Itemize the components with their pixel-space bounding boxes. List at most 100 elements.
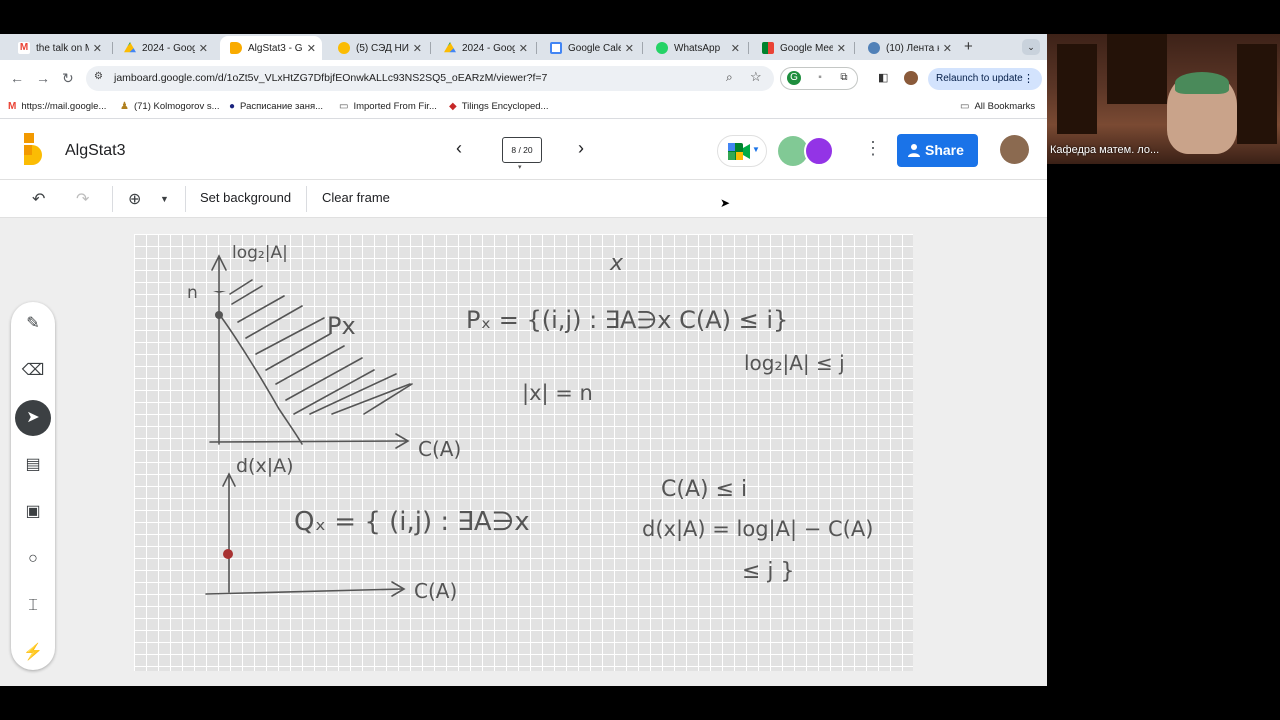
close-icon[interactable]: ✕	[93, 42, 102, 55]
canvas-workspace: log₂|A| n Px C(A) d(x|A) C(A) x Pₓ = {(i…	[0, 218, 1047, 686]
extension-icon[interactable]: ▪	[813, 71, 827, 85]
tab-label: 2024 - Goog	[142, 42, 195, 54]
select-arrow-icon[interactable]: ➤	[15, 400, 51, 436]
def-q-cond3: ≤ j }	[742, 559, 795, 584]
circle-shape-icon[interactable]: ○	[15, 541, 51, 577]
close-icon[interactable]: ✕	[413, 42, 422, 55]
address-bar-row: ← → ↻ ⚙ jamboard.google.com/d/1oZt5v_VLx…	[0, 60, 1047, 97]
text-box-icon[interactable]: ⌶	[15, 588, 51, 624]
tab-strip: M the talk on M ✕ 2024 - Goog ✕ AlgStat3…	[0, 34, 1047, 60]
red-point	[223, 549, 233, 559]
undo-icon[interactable]: ↶	[32, 189, 45, 209]
back-icon[interactable]: ←	[10, 70, 24, 86]
share-label: Share	[925, 142, 964, 158]
mouse-cursor-icon: ➤	[720, 196, 731, 210]
tab-label: 2024 - Goog	[462, 42, 515, 54]
close-icon[interactable]: ✕	[307, 42, 316, 55]
tool-rail: ✎ ⌫ ➤ ▤ ▣ ○ ⌶ ⚡	[11, 302, 55, 670]
tab-label: Google Caler	[568, 42, 621, 54]
jam-frame[interactable]: log₂|A| n Px C(A) d(x|A) C(A) x Pₓ = {(i…	[134, 234, 913, 671]
tab-search-button[interactable]: ⌄	[1022, 39, 1040, 55]
folder-icon: ▭	[339, 101, 349, 112]
reload-icon[interactable]: ↻	[62, 70, 74, 87]
tab-label: Google Meet	[780, 42, 833, 54]
label-log-a: log₂|A|	[232, 243, 288, 263]
pen-icon[interactable]: ✎	[15, 306, 51, 342]
zoom-icon[interactable]: ⌕	[726, 70, 733, 85]
more-vert-icon[interactable]: ⋮	[864, 138, 882, 159]
tab-gmail[interactable]: M the talk on M ✕	[8, 36, 108, 60]
label-px: Px	[327, 312, 356, 340]
zoom-in-icon[interactable]: ⊕	[128, 189, 141, 209]
tab-whatsapp[interactable]: WhatsApp ✕	[646, 36, 746, 60]
caret-down-icon: ▾	[518, 164, 522, 171]
tab-meet[interactable]: Google Meet ✕	[752, 36, 852, 60]
tab-calendar[interactable]: Google Caler ✕	[540, 36, 640, 60]
close-icon[interactable]: ✕	[199, 42, 208, 55]
close-icon[interactable]: ✕	[519, 42, 528, 55]
people-icon	[908, 144, 920, 157]
laser-icon[interactable]: ⚡	[15, 635, 51, 671]
address-bar[interactable]: ⚙ jamboard.google.com/d/1oZt5v_VLxHtZG7D…	[86, 66, 774, 91]
puzzle-icon[interactable]: ⧉	[837, 71, 851, 85]
close-icon[interactable]: ✕	[837, 42, 846, 55]
side-panel-icon[interactable]: ◧	[878, 71, 888, 84]
document-title[interactable]: AlgStat3	[65, 142, 125, 160]
chevron-left-icon[interactable]: ‹	[456, 138, 462, 159]
caret-down-icon[interactable]: ▼	[160, 194, 169, 204]
bookmark-tilings[interactable]: ◆ Tilings Encycloped...	[449, 101, 548, 112]
bookmark-star-icon[interactable]: ☆	[750, 69, 762, 85]
bookmark-label: Tilings Encycloped...	[461, 101, 549, 112]
jamboard-logo-icon[interactable]	[20, 133, 44, 166]
all-bookmarks[interactable]: ▭ All Bookmarks	[960, 101, 1035, 112]
set-background-button[interactable]: Set background	[200, 190, 291, 205]
bookmark-gmail[interactable]: Mhttps://mail.google...	[8, 101, 106, 112]
user-avatar[interactable]	[1000, 135, 1029, 164]
meet-button[interactable]: ▼	[717, 135, 767, 167]
url-text[interactable]: jamboard.google.com/d/1oZt5v_VLxHtZG7Dfb…	[114, 72, 547, 84]
share-button[interactable]: Share	[897, 134, 978, 167]
frame-counter[interactable]: 8 / 20	[502, 137, 542, 163]
forward-icon[interactable]: →	[36, 70, 50, 86]
redo-icon[interactable]: ↷	[76, 189, 89, 209]
tab-vk[interactable]: (10) Лента н ✕	[858, 36, 958, 60]
grammarly-icon[interactable]: G	[787, 71, 801, 85]
new-tab-button[interactable]: +	[964, 38, 973, 55]
tab-sed[interactable]: (5) СЭД НИУ ✕	[328, 36, 428, 60]
sticky-note-icon[interactable]: ▤	[15, 447, 51, 483]
boundary-curve	[218, 313, 303, 445]
label-x: x	[609, 251, 624, 276]
bookmark-schedule[interactable]: ● Расписание заня...	[229, 101, 323, 112]
tab-jamboard[interactable]: AlgStat3 - G ✕	[220, 36, 322, 60]
jamboard-toolbar: ↶ ↷ ⊕ ▼ Set background Clear frame	[0, 180, 1047, 218]
site-info-icon[interactable]: ⚙	[94, 71, 103, 82]
tab-label: the talk on M	[36, 42, 89, 54]
label-ca-lower: C(A)	[414, 579, 457, 603]
bookmark-imported[interactable]: ▭ Imported From Fir...	[339, 101, 437, 112]
label-ca-upper: C(A)	[418, 437, 461, 461]
jamboard-header: AlgStat3 ‹ 8 / 20 ▾ › ▼ ⋮ Share	[0, 120, 1047, 180]
calendar-icon	[550, 42, 562, 54]
clear-frame-button[interactable]: Clear frame	[322, 190, 390, 205]
tab-drive-1[interactable]: 2024 - Goog ✕	[114, 36, 214, 60]
profile-avatar[interactable]	[904, 71, 918, 85]
def-p-line1: Pₓ = {(i,j) : ∃A∋x C(A) ≤ i}	[466, 306, 788, 334]
chevron-right-icon[interactable]: ›	[578, 138, 584, 159]
headset-icon	[1175, 72, 1229, 94]
bookmark-kolmogorov[interactable]: ♟ (71) Kolmogorov s...	[120, 101, 220, 112]
close-icon[interactable]: ✕	[625, 42, 634, 55]
def-q-cond1: C(A) ≤ i	[661, 477, 747, 502]
bookmark-label: (71) Kolmogorov s...	[133, 101, 220, 112]
meet-icon	[728, 143, 750, 160]
close-icon[interactable]: ✕	[731, 42, 740, 55]
close-icon[interactable]: ✕	[943, 42, 952, 55]
eraser-icon[interactable]: ⌫	[15, 353, 51, 389]
collaborator-avatar[interactable]	[804, 136, 834, 166]
relaunch-button[interactable]: Relaunch to update ⋮	[928, 68, 1042, 90]
sed-icon	[338, 42, 350, 54]
participant-name: Кафедра матем. ло...	[1050, 144, 1160, 156]
menu-dots-icon: ⋮	[1023, 73, 1034, 85]
tab-drive-2[interactable]: 2024 - Goog ✕	[434, 36, 534, 60]
def-q-cond2: d(x|A) = log|A| − C(A)	[642, 517, 873, 542]
image-icon[interactable]: ▣	[15, 494, 51, 530]
